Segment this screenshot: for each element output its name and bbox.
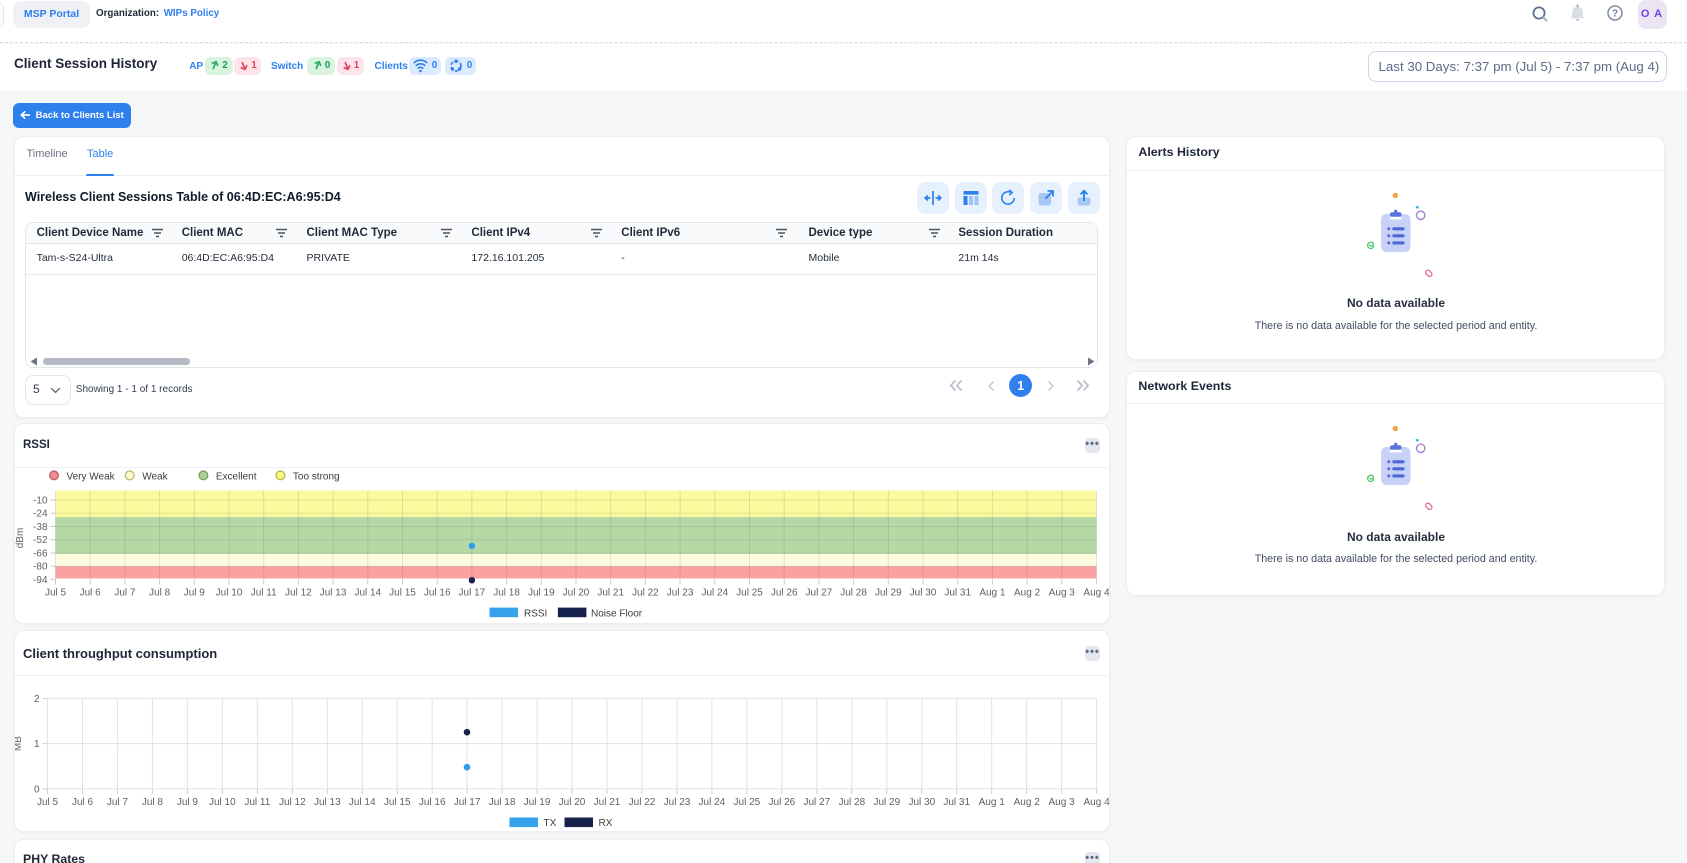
svg-text:Jul 9: Jul 9	[176, 797, 198, 808]
svg-text:Aug 4: Aug 4	[1083, 588, 1110, 599]
svg-text:Jul 12: Jul 12	[278, 797, 305, 808]
svg-text:Jul 13: Jul 13	[313, 797, 340, 808]
svg-text:Jul 22: Jul 22	[632, 588, 659, 599]
svg-text:-66: -66	[33, 549, 48, 560]
svg-text:0: 0	[33, 784, 39, 795]
svg-text:MB: MB	[15, 736, 24, 751]
svg-text:Weak: Weak	[142, 471, 168, 482]
svg-text:Jul 13: Jul 13	[319, 588, 346, 599]
svg-text:2: 2	[33, 694, 39, 705]
svg-text:Jul 24: Jul 24	[698, 797, 725, 808]
svg-text:Aug 4: Aug 4	[1083, 797, 1110, 808]
svg-text:Jul 19: Jul 19	[523, 797, 550, 808]
svg-text:Jul 10: Jul 10	[215, 588, 242, 599]
svg-text:Jul 31: Jul 31	[943, 797, 970, 808]
svg-text:RSSI: RSSI	[524, 608, 547, 619]
svg-text:Jul 18: Jul 18	[488, 797, 515, 808]
svg-text:-38: -38	[33, 522, 48, 533]
svg-text:Aug 2: Aug 2	[1014, 588, 1041, 599]
svg-text:Aug 1: Aug 1	[978, 797, 1005, 808]
svg-text:Too strong: Too strong	[292, 471, 339, 482]
svg-text:Jul 5: Jul 5	[36, 797, 58, 808]
svg-text:Jul 17: Jul 17	[453, 797, 480, 808]
svg-text:Jul 16: Jul 16	[423, 588, 450, 599]
svg-text:Jul 28: Jul 28	[840, 588, 867, 599]
svg-text:Jul 12: Jul 12	[285, 588, 312, 599]
svg-text:Jul 6: Jul 6	[79, 588, 101, 599]
svg-text:Jul 30: Jul 30	[909, 588, 936, 599]
svg-text:Noise Floor: Noise Floor	[591, 608, 643, 619]
svg-text:Jul 25: Jul 25	[733, 797, 760, 808]
svg-text:RX: RX	[598, 818, 612, 829]
svg-text:Jul 11: Jul 11	[244, 797, 270, 808]
svg-text:Jul 21: Jul 21	[593, 797, 620, 808]
svg-text:Jul 29: Jul 29	[874, 588, 901, 599]
svg-text:TX: TX	[543, 818, 556, 829]
svg-text:-24: -24	[33, 509, 48, 520]
svg-text:-94: -94	[33, 575, 48, 586]
svg-text:Excellent: Excellent	[215, 471, 256, 482]
svg-text:Jul 25: Jul 25	[736, 588, 763, 599]
svg-text:Jul 9: Jul 9	[183, 588, 205, 599]
svg-text:Jul 18: Jul 18	[493, 588, 520, 599]
svg-text:Jul 22: Jul 22	[628, 797, 655, 808]
svg-text:Jul 7: Jul 7	[114, 588, 136, 599]
svg-text:Aug 2: Aug 2	[1013, 797, 1040, 808]
svg-text:Jul 5: Jul 5	[44, 588, 66, 599]
svg-text:Jul 19: Jul 19	[527, 588, 554, 599]
svg-text:Jul 8: Jul 8	[141, 797, 163, 808]
svg-text:-52: -52	[33, 535, 48, 546]
svg-text:-10: -10	[33, 496, 48, 507]
svg-text:Jul 16: Jul 16	[418, 797, 445, 808]
svg-text:Jul 17: Jul 17	[458, 588, 485, 599]
svg-text:Jul 15: Jul 15	[389, 588, 416, 599]
svg-text:Jul 23: Jul 23	[666, 588, 693, 599]
svg-text:Jul 10: Jul 10	[208, 797, 235, 808]
svg-text:Jul 20: Jul 20	[562, 588, 589, 599]
svg-text:dBm: dBm	[15, 528, 26, 549]
svg-text:Jul 11: Jul 11	[250, 588, 276, 599]
svg-text:Jul 27: Jul 27	[805, 588, 832, 599]
svg-text:Aug 3: Aug 3	[1048, 797, 1075, 808]
svg-text:-80: -80	[33, 562, 48, 573]
svg-text:Jul 23: Jul 23	[663, 797, 690, 808]
svg-text:Jul 27: Jul 27	[803, 797, 830, 808]
svg-text:Jul 30: Jul 30	[908, 797, 935, 808]
svg-text:Jul 20: Jul 20	[558, 797, 585, 808]
svg-text:Jul 14: Jul 14	[354, 588, 381, 599]
svg-text:Jul 24: Jul 24	[701, 588, 728, 599]
svg-text:Jul 7: Jul 7	[106, 797, 128, 808]
svg-text:Aug 1: Aug 1	[979, 588, 1006, 599]
svg-text:Jul 31: Jul 31	[944, 588, 971, 599]
svg-text:Jul 29: Jul 29	[873, 797, 900, 808]
svg-text:Jul 15: Jul 15	[383, 797, 410, 808]
svg-text:Jul 14: Jul 14	[348, 797, 375, 808]
svg-text:Jul 26: Jul 26	[770, 588, 797, 599]
svg-text:Jul 6: Jul 6	[71, 797, 93, 808]
svg-text:1: 1	[33, 739, 39, 750]
svg-text:Very Weak: Very Weak	[66, 471, 115, 482]
svg-text:Jul 26: Jul 26	[768, 797, 795, 808]
svg-text:?: ?	[1612, 9, 1618, 20]
svg-text:Jul 21: Jul 21	[597, 588, 624, 599]
svg-text:Jul 28: Jul 28	[838, 797, 865, 808]
svg-text:Aug 3: Aug 3	[1048, 588, 1075, 599]
svg-text:Jul 8: Jul 8	[149, 588, 171, 599]
